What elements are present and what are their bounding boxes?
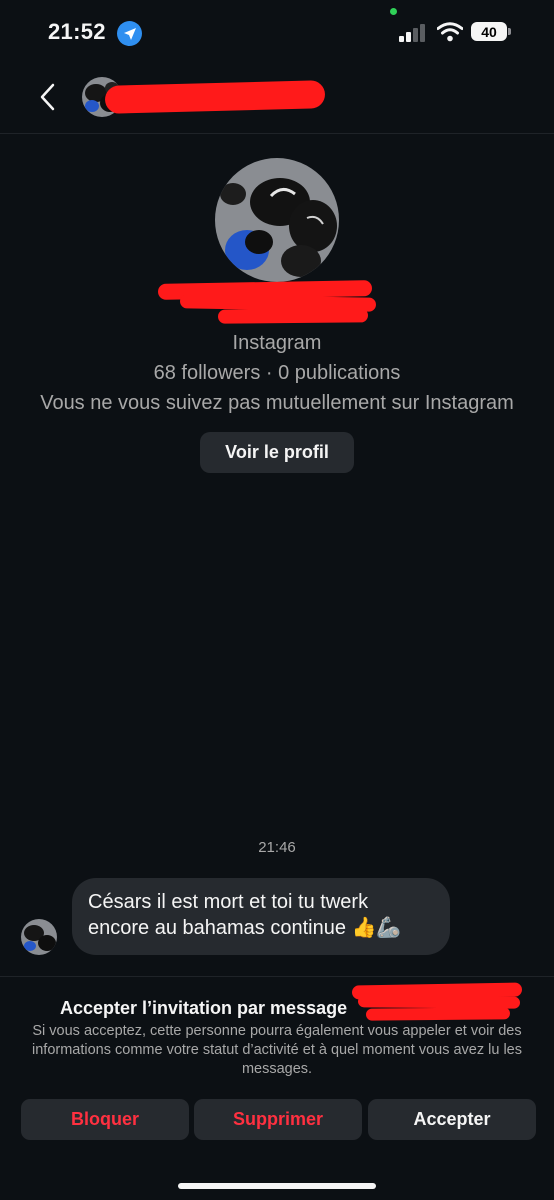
redacted-username-mark xyxy=(365,1007,511,1021)
message-bubble[interactable]: Césars il est mort et toi tu twerk encor… xyxy=(72,878,450,955)
sender-avatar[interactable] xyxy=(21,919,57,955)
home-indicator[interactable] xyxy=(178,1183,376,1189)
signal-icon xyxy=(399,24,427,42)
panel-divider xyxy=(0,976,554,977)
redacted-name-mark xyxy=(217,308,369,324)
header-divider xyxy=(0,133,554,134)
location-arrow-icon xyxy=(117,21,142,46)
view-profile-button[interactable]: Voir le profil xyxy=(200,432,354,473)
redacted-username-mark xyxy=(104,80,326,114)
battery-icon: 40 xyxy=(471,22,507,41)
invite-title: Accepter l’invitation par message xyxy=(60,998,348,1018)
profile-source-label: Instagram xyxy=(232,332,322,354)
message-timestamp: 21:46 xyxy=(258,839,296,856)
privacy-indicator-dot xyxy=(390,8,397,15)
back-chevron-icon xyxy=(40,83,55,111)
profile-stats: 68 followers · 0 publications xyxy=(153,362,401,384)
battery-tip xyxy=(508,28,511,35)
accept-button[interactable]: Accepter xyxy=(368,1099,536,1140)
delete-button[interactable]: Supprimer xyxy=(194,1099,362,1140)
profile-avatar[interactable] xyxy=(215,158,339,282)
invite-description: Si vous acceptez, cette personne pourra … xyxy=(32,1023,522,1077)
status-time: 21:52 xyxy=(48,19,106,44)
wifi-icon xyxy=(437,22,463,42)
mutual-follow-notice: Vous ne vous suivez pas mutuellement sur… xyxy=(40,392,514,414)
block-button[interactable]: Bloquer xyxy=(21,1099,189,1140)
back-button[interactable] xyxy=(30,80,64,114)
